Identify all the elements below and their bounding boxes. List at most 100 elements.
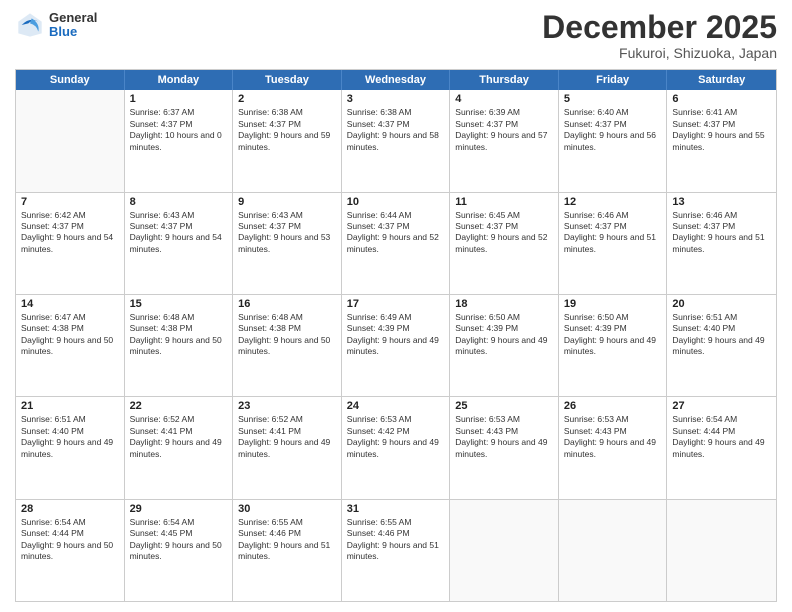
header-day-thursday: Thursday: [450, 70, 559, 90]
calendar-cell: [16, 90, 125, 191]
calendar-cell: 11 Sunrise: 6:45 AMSunset: 4:37 PMDayligh…: [450, 193, 559, 294]
day-number: 19: [564, 298, 662, 310]
calendar: SundayMondayTuesdayWednesdayThursdayFrid…: [15, 69, 777, 602]
month-title: December 2025: [542, 10, 777, 45]
calendar-row-2: 14Sunrise: 6:47 AMSunset: 4:38 PMDayligh…: [16, 294, 776, 396]
day-number: 21: [21, 400, 119, 412]
day-number: 2: [238, 93, 336, 105]
day-number: 24: [347, 400, 445, 412]
calendar-row-0: 1 Sunrise: 6:37 AMSunset: 4:37 PMDaylight…: [16, 90, 776, 191]
day-number: 7: [21, 196, 119, 208]
day-number: 12: [564, 196, 662, 208]
day-number: 1: [130, 93, 228, 105]
title-block: December 2025 Fukuroi, Shizuoka, Japan: [542, 10, 777, 61]
cell-info: Sunrise: 6:50 AMSunset: 4:39 PMDaylight:…: [455, 312, 553, 358]
calendar-cell: 28Sunrise: 6:54 AMSunset: 4:44 PMDayligh…: [16, 500, 125, 601]
header-day-monday: Monday: [125, 70, 234, 90]
cell-info: Sunrise: 6:44 AMSunset: 4:37 PMDaylight:…: [347, 210, 445, 256]
day-number: 11: [455, 196, 553, 208]
cell-info: Sunrise: 6:51 AMSunset: 4:40 PMDaylight:…: [21, 414, 119, 460]
cell-info: Sunrise: 6:46 AMSunset: 4:37 PMDaylight:…: [672, 210, 771, 256]
calendar-cell: 25 Sunrise: 6:53 AMSunset: 4:43 PMDayligh…: [450, 397, 559, 498]
cell-info: Sunrise: 6:53 AMSunset: 4:42 PMDaylight:…: [347, 414, 445, 460]
calendar-cell: 31Sunrise: 6:55 AMSunset: 4:46 PMDayligh…: [342, 500, 451, 601]
cell-info: Sunrise: 6:45 AMSunset: 4:37 PMDaylight:…: [455, 210, 553, 256]
cell-info: Sunrise: 6:42 AMSunset: 4:37 PMDaylight:…: [21, 210, 119, 256]
cell-info: Sunrise: 6:52 AMSunset: 4:41 PMDaylight:…: [130, 414, 228, 460]
day-number: 4: [455, 93, 553, 105]
calendar-cell: 22Sunrise: 6:52 AMSunset: 4:41 PMDayligh…: [125, 397, 234, 498]
calendar-cell: 21 Sunrise: 6:51 AMSunset: 4:40 PMDayligh…: [16, 397, 125, 498]
calendar-body: 1 Sunrise: 6:37 AMSunset: 4:37 PMDaylight…: [16, 90, 776, 601]
cell-info: Sunrise: 6:51 AMSunset: 4:40 PMDaylight:…: [672, 312, 771, 358]
calendar-row-1: 7 Sunrise: 6:42 AMSunset: 4:37 PMDaylight…: [16, 192, 776, 294]
cell-info: Sunrise: 6:50 AMSunset: 4:39 PMDaylight:…: [564, 312, 662, 358]
cell-info: Sunrise: 6:38 AMSunset: 4:37 PMDaylight:…: [238, 107, 336, 153]
logo: General Blue: [15, 10, 97, 40]
subtitle: Fukuroi, Shizuoka, Japan: [542, 45, 777, 61]
day-number: 9: [238, 196, 336, 208]
header: General Blue December 2025 Fukuroi, Shiz…: [15, 10, 777, 61]
cell-info: Sunrise: 6:43 AMSunset: 4:37 PMDaylight:…: [238, 210, 336, 256]
day-number: 20: [672, 298, 771, 310]
calendar-cell: [559, 500, 668, 601]
day-number: 26: [564, 400, 662, 412]
calendar-cell: 12 Sunrise: 6:46 AMSunset: 4:37 PMDayligh…: [559, 193, 668, 294]
day-number: 5: [564, 93, 662, 105]
day-number: 8: [130, 196, 228, 208]
calendar-cell: 3 Sunrise: 6:38 AMSunset: 4:37 PMDaylight…: [342, 90, 451, 191]
calendar-cell: 24 Sunrise: 6:53 AMSunset: 4:42 PMDayligh…: [342, 397, 451, 498]
cell-info: Sunrise: 6:53 AMSunset: 4:43 PMDaylight:…: [564, 414, 662, 460]
cell-info: Sunrise: 6:49 AMSunset: 4:39 PMDaylight:…: [347, 312, 445, 358]
header-day-friday: Friday: [559, 70, 668, 90]
day-number: 10: [347, 196, 445, 208]
day-number: 31: [347, 503, 445, 515]
calendar-cell: 1 Sunrise: 6:37 AMSunset: 4:37 PMDaylight…: [125, 90, 234, 191]
cell-info: Sunrise: 6:41 AMSunset: 4:37 PMDaylight:…: [672, 107, 771, 153]
day-number: 15: [130, 298, 228, 310]
day-number: 23: [238, 400, 336, 412]
day-number: 13: [672, 196, 771, 208]
header-day-sunday: Sunday: [16, 70, 125, 90]
cell-info: Sunrise: 6:55 AMSunset: 4:46 PMDaylight:…: [238, 517, 336, 563]
calendar-cell: 29 Sunrise: 6:54 AMSunset: 4:45 PMDayligh…: [125, 500, 234, 601]
day-number: 25: [455, 400, 553, 412]
header-day-saturday: Saturday: [667, 70, 776, 90]
cell-info: Sunrise: 6:39 AMSunset: 4:37 PMDaylight:…: [455, 107, 553, 153]
day-number: 28: [21, 503, 119, 515]
calendar-row-3: 21 Sunrise: 6:51 AMSunset: 4:40 PMDayligh…: [16, 396, 776, 498]
cell-info: Sunrise: 6:54 AMSunset: 4:45 PMDaylight:…: [130, 517, 228, 563]
calendar-cell: 26 Sunrise: 6:53 AMSunset: 4:43 PMDayligh…: [559, 397, 668, 498]
calendar-cell: 8 Sunrise: 6:43 AMSunset: 4:37 PMDaylight…: [125, 193, 234, 294]
logo-blue: Blue: [49, 25, 97, 39]
calendar-cell: 7 Sunrise: 6:42 AMSunset: 4:37 PMDaylight…: [16, 193, 125, 294]
day-number: 27: [672, 400, 771, 412]
calendar-cell: 23 Sunrise: 6:52 AMSunset: 4:41 PMDayligh…: [233, 397, 342, 498]
day-number: 30: [238, 503, 336, 515]
calendar-cell: 30 Sunrise: 6:55 AMSunset: 4:46 PMDayligh…: [233, 500, 342, 601]
day-number: 3: [347, 93, 445, 105]
cell-info: Sunrise: 6:46 AMSunset: 4:37 PMDaylight:…: [564, 210, 662, 256]
calendar-cell: 27 Sunrise: 6:54 AMSunset: 4:44 PMDayligh…: [667, 397, 776, 498]
cell-info: Sunrise: 6:38 AMSunset: 4:37 PMDaylight:…: [347, 107, 445, 153]
cell-info: Sunrise: 6:53 AMSunset: 4:43 PMDaylight:…: [455, 414, 553, 460]
cell-info: Sunrise: 6:37 AMSunset: 4:37 PMDaylight:…: [130, 107, 228, 153]
cell-info: Sunrise: 6:52 AMSunset: 4:41 PMDaylight:…: [238, 414, 336, 460]
day-number: 16: [238, 298, 336, 310]
calendar-cell: [667, 500, 776, 601]
logo-general: General: [49, 11, 97, 25]
cell-info: Sunrise: 6:54 AMSunset: 4:44 PMDaylight:…: [672, 414, 771, 460]
calendar-cell: 20 Sunrise: 6:51 AMSunset: 4:40 PMDayligh…: [667, 295, 776, 396]
calendar-cell: 5Sunrise: 6:40 AMSunset: 4:37 PMDaylight…: [559, 90, 668, 191]
calendar-cell: 4 Sunrise: 6:39 AMSunset: 4:37 PMDaylight…: [450, 90, 559, 191]
day-number: 29: [130, 503, 228, 515]
header-day-wednesday: Wednesday: [342, 70, 451, 90]
page: General Blue December 2025 Fukuroi, Shiz…: [0, 0, 792, 612]
calendar-cell: [450, 500, 559, 601]
calendar-row-4: 28Sunrise: 6:54 AMSunset: 4:44 PMDayligh…: [16, 499, 776, 601]
calendar-cell: 2 Sunrise: 6:38 AMSunset: 4:37 PMDaylight…: [233, 90, 342, 191]
logo-icon: [15, 10, 45, 40]
cell-info: Sunrise: 6:43 AMSunset: 4:37 PMDaylight:…: [130, 210, 228, 256]
calendar-cell: 13 Sunrise: 6:46 AMSunset: 4:37 PMDayligh…: [667, 193, 776, 294]
day-number: 17: [347, 298, 445, 310]
